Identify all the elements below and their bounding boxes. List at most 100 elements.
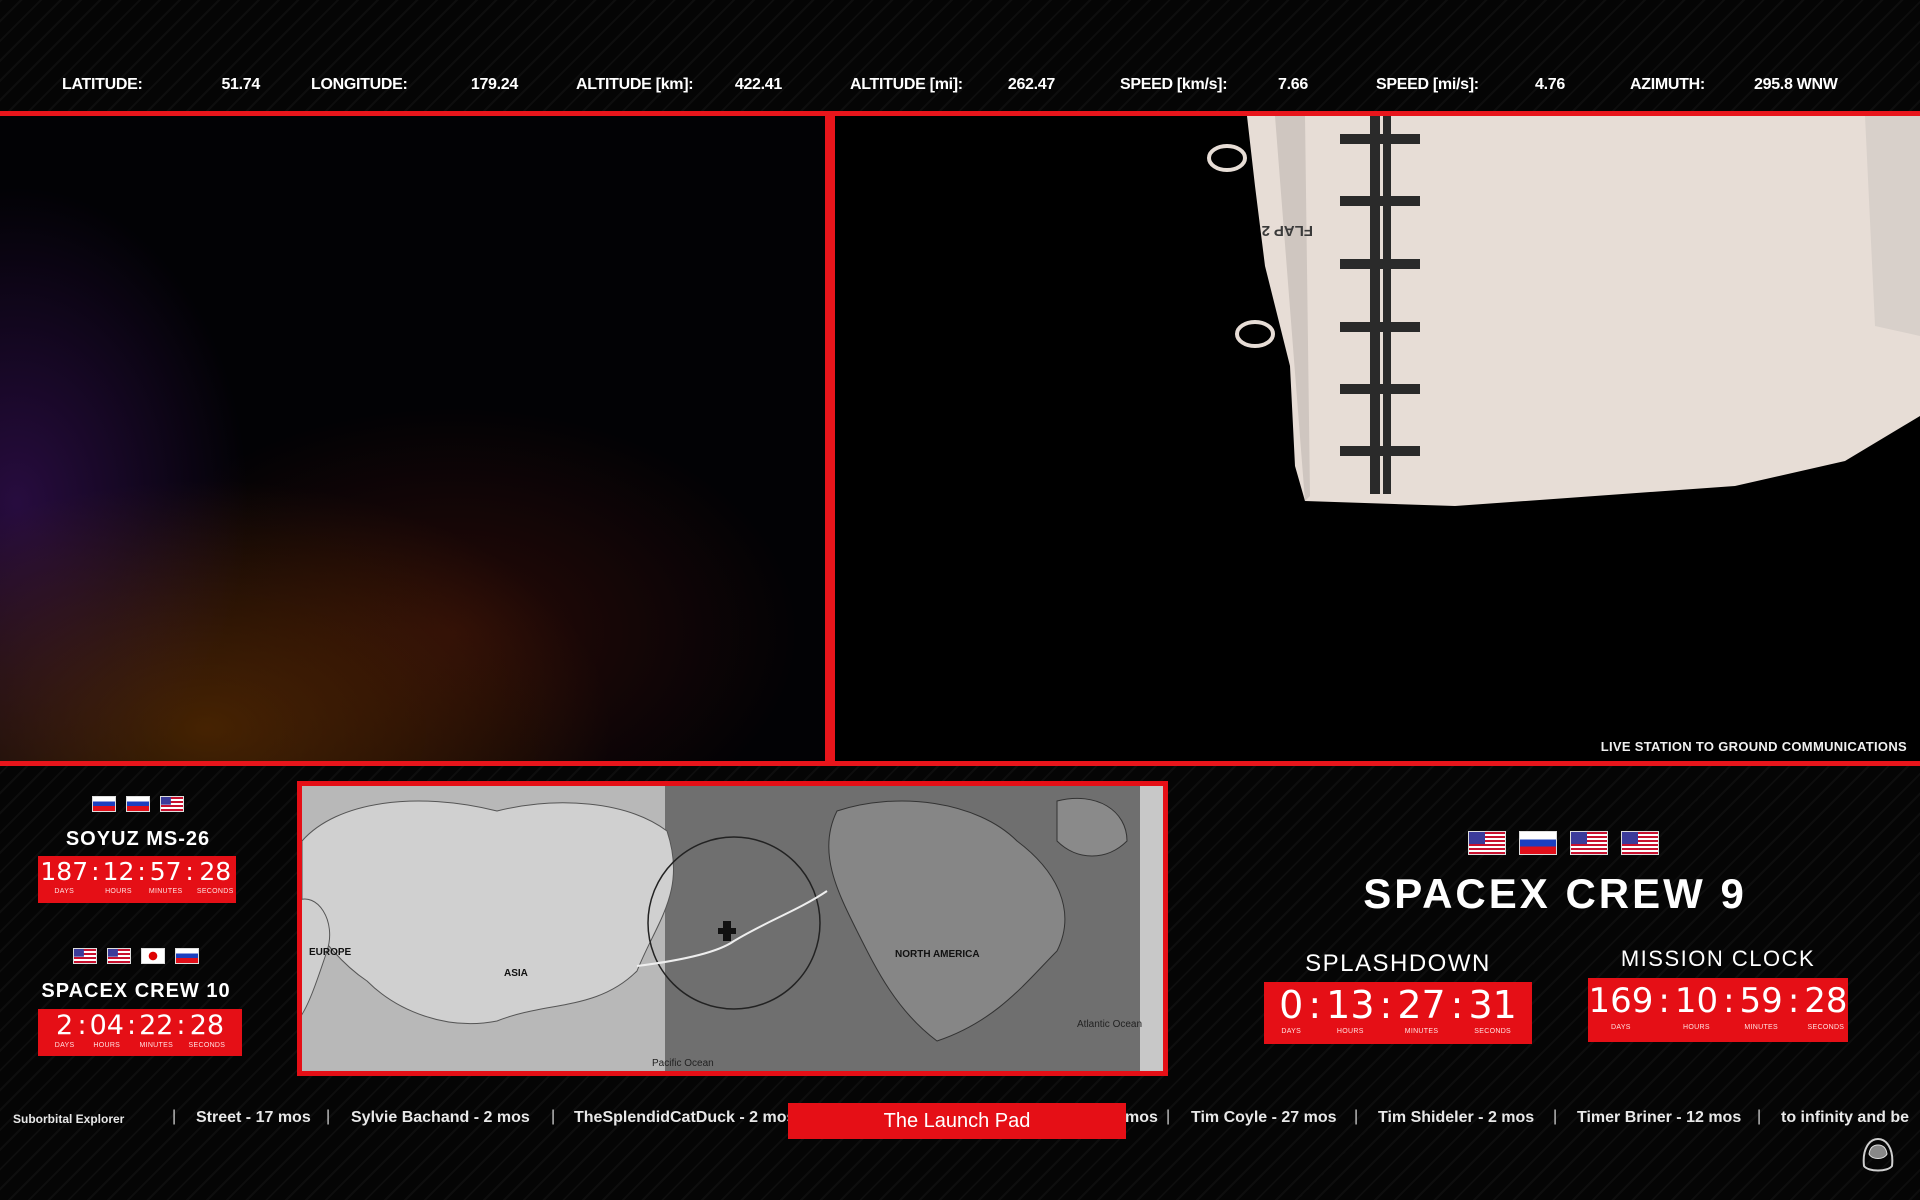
crew10-hours: 04 <box>89 1010 124 1041</box>
minutes-caption: MINUTES <box>1404 1028 1439 1035</box>
latitude-label: LATITUDE: <box>62 76 143 93</box>
seconds-caption: SECONDS <box>1474 1028 1512 1035</box>
center-red-divider <box>825 111 835 766</box>
russia-flag-icon <box>126 796 150 812</box>
mission-clock: 169 DAYS : 10 HOURS : 59 MINUTES : 28 SECOND… <box>1588 978 1848 1042</box>
ticker-separator: | <box>172 1108 177 1125</box>
japan-flag-icon <box>141 948 165 964</box>
minutes-caption: MINUTES <box>139 1042 174 1049</box>
azimuth-value: 295.8 WNW <box>1754 76 1838 93</box>
soyuz-flags <box>92 796 184 812</box>
longitude-value: 179.24 <box>470 76 518 93</box>
map-label-pacific: Pacific Ocean <box>652 1058 714 1069</box>
bottom-red-divider <box>0 761 1920 766</box>
speed-kms-label: SPEED [km/s]: <box>1120 76 1228 93</box>
ticker-item: Street - 17 mos <box>196 1109 311 1126</box>
seconds-caption: SECONDS <box>196 888 234 895</box>
russia-flag-icon <box>1519 831 1557 855</box>
mission-clock-title: MISSION CLOCK <box>1620 946 1816 971</box>
crew10-days: 2 <box>56 1010 74 1041</box>
hours-caption: HOURS <box>105 888 132 895</box>
days-caption: DAYS <box>1611 1024 1631 1031</box>
soyuz-name: SOYUZ MS-26 <box>65 828 211 850</box>
longitude-label: LONGITUDE: <box>311 76 408 93</box>
minutes-caption: MINUTES <box>1744 1024 1778 1031</box>
hours-caption: HOURS <box>1336 1028 1364 1035</box>
splashdown-minutes: 27 <box>1397 983 1446 1027</box>
hours-caption: HOURS <box>1683 1024 1710 1031</box>
soyuz-days: 187 <box>40 857 89 886</box>
iss-ground-track-map: EUROPE ASIA NORTH AMERICA Pacific Ocean … <box>297 781 1168 1076</box>
speed-kms-value: 7.66 <box>1278 76 1308 93</box>
usa-flag-icon <box>107 948 131 964</box>
map-label-atlantic: Atlantic Ocean <box>1077 1019 1142 1030</box>
speed-mis-label: SPEED [mi/s]: <box>1376 76 1479 93</box>
mission-minutes: 59 <box>1739 981 1783 1021</box>
splashdown-days: 0 <box>1279 983 1304 1027</box>
splashdown-title: SPLASHDOWN <box>1305 950 1491 977</box>
map-label-europe: EUROPE <box>309 947 352 958</box>
crew10-seconds: 28 <box>189 1010 225 1041</box>
soyuz-minutes: 57 <box>149 857 182 886</box>
ticker-item: Tim Coyle - 27 mos <box>1191 1109 1337 1126</box>
crew10-clock: 2 DAYS : 04 HOURS : 22 MINUTES : 28 SECONDS <box>38 1009 242 1056</box>
minutes-caption: MINUTES <box>148 888 183 895</box>
ticker-separator: | <box>1354 1108 1359 1125</box>
soyuz-seconds: 28 <box>199 857 232 886</box>
days-caption: DAYS <box>1281 1028 1302 1035</box>
mission-days: 169 <box>1588 981 1654 1021</box>
days-caption: DAYS <box>54 888 75 895</box>
crew10-name: SPACEX CREW 10 <box>41 980 231 1002</box>
iss-module-image: FLAP 2 <box>1207 116 1920 506</box>
world-map: EUROPE ASIA NORTH AMERICA Pacific Ocean … <box>297 781 1168 1076</box>
usa-flag-icon <box>160 796 184 812</box>
crew10-minutes: 22 <box>139 1010 174 1041</box>
ticker-separator: | <box>1553 1108 1558 1125</box>
azimuth-label: AZIMUTH: <box>1630 76 1705 93</box>
ticker-item: to infinity and be <box>1781 1109 1909 1126</box>
ticker-item: Timer Briner - 12 mos <box>1577 1109 1742 1126</box>
days-caption: DAYS <box>54 1042 75 1049</box>
usa-flag-icon <box>1468 831 1506 855</box>
map-label-north-america: NORTH AMERICA <box>895 949 980 960</box>
altitude-mi-value: 262.47 <box>1007 76 1055 93</box>
mission-hours: 10 <box>1674 981 1719 1021</box>
ticker-separator: | <box>1166 1108 1171 1125</box>
launch-pad-brand: The Launch Pad <box>788 1103 1126 1139</box>
crew9-flags <box>1468 831 1659 855</box>
ticker-item: TheSplendidCatDuck - 2 mos <box>574 1109 796 1126</box>
russia-flag-icon <box>92 796 116 812</box>
soyuz-clock: 187 DAYS : 12 HOURS : 57 MINUTES : 28 SECOND… <box>38 856 236 903</box>
telemetry-bar: LATITUDE: 51.74 LONGITUDE: 179.24 ALTITU… <box>0 61 1920 111</box>
usa-flag-icon <box>73 948 97 964</box>
splashdown-clock: 0 DAYS : 13 HOURS : 27 MINUTES : 31 SECONDS <box>1264 982 1532 1044</box>
module-label: FLAP 2 <box>1262 222 1313 239</box>
splashdown-seconds: 31 <box>1468 983 1517 1027</box>
splashdown-hours: 13 <box>1326 983 1375 1027</box>
altitude-km-value: 422.41 <box>734 76 782 93</box>
crew10-flags <box>73 948 199 964</box>
russia-flag-icon <box>175 948 199 964</box>
usa-flag-icon <box>1570 831 1608 855</box>
live-caption: LIVE STATION TO GROUND COMMUNICATIONS <box>1600 739 1907 754</box>
mission-seconds: 28 <box>1804 981 1848 1021</box>
ticker-separator: | <box>1757 1108 1762 1125</box>
map-label-asia: ASIA <box>504 968 528 979</box>
helmet-icon <box>1862 1137 1894 1172</box>
ticker-item: Sylvie Bachand - 2 mos <box>351 1109 530 1126</box>
ticker-item: Tim Shideler - 2 mos <box>1378 1109 1535 1126</box>
usa-flag-icon <box>1621 831 1659 855</box>
hours-caption: HOURS <box>93 1042 121 1049</box>
station-camera-feed: FLAP 2 LIVE STATION TO GROUND COMMUNICAT… <box>835 116 1920 761</box>
altitude-km-label: ALTITUDE [km]: <box>576 76 694 93</box>
earth-camera-feed <box>0 116 825 761</box>
soyuz-hours: 12 <box>102 857 135 886</box>
ticker-item: mos <box>1125 1109 1158 1126</box>
seconds-caption: SECONDS <box>1807 1024 1845 1031</box>
altitude-mi-label: ALTITUDE [mi]: <box>850 76 963 93</box>
latitude-value: 51.74 <box>221 76 260 93</box>
speed-mis-value: 4.76 <box>1535 76 1565 93</box>
crew9-name: SPACEX CREW 9 <box>1363 870 1747 917</box>
seconds-caption: SECONDS <box>188 1042 226 1049</box>
ticker-item: Suborbital Explorer <box>13 1112 125 1126</box>
